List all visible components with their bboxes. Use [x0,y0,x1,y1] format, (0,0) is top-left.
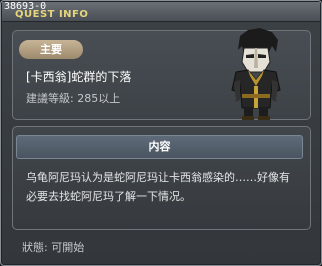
content-header: 内容 [16,135,303,159]
title-bar[interactable]: 38693-0 QUEST INFO [2,2,320,22]
npc-avatar-icon [231,28,281,120]
quest-status: 狀態: 可開始 [22,241,85,254]
quest-description: 乌龟阿尼玛认为是蛇阿尼玛让卡西翁感染的……好像有必要去找蛇阿尼玛了解一下情况。 [26,171,290,203]
quest-name: [卡西翁]蛇群的下落 [26,70,132,84]
quest-type-badge: 主要 [19,40,83,59]
recommended-level: 建議等級: 285以上 [26,92,121,105]
window-title: QUEST INFO [15,9,89,20]
